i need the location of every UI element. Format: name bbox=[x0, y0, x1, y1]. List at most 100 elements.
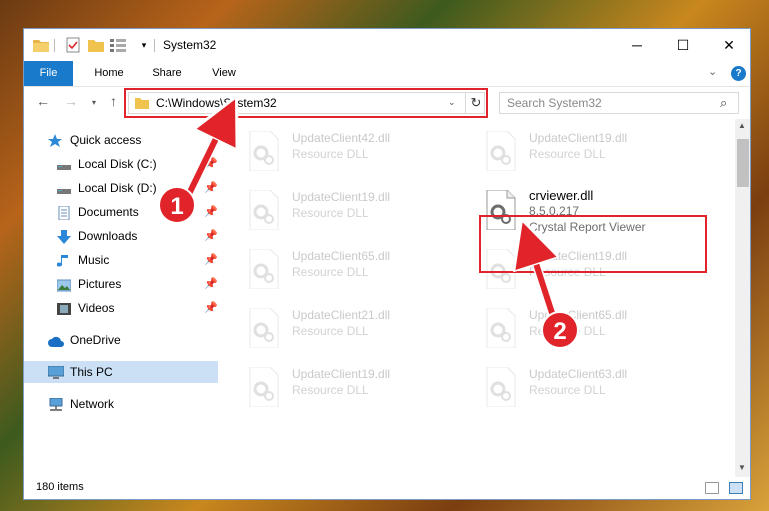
divider bbox=[154, 39, 155, 52]
file-tile[interactable]: UpdateClient19.dll Resource DLL bbox=[220, 363, 440, 411]
tab-view[interactable]: View bbox=[199, 61, 249, 86]
customize-toolbar-dropdown[interactable]: ▾ bbox=[136, 37, 152, 53]
file-name: UpdateClient65.dll bbox=[292, 249, 391, 263]
explorer-window: ▾ System32 ─ ☐ ✕ File Home Share View ⌄ … bbox=[23, 28, 751, 500]
back-button[interactable]: ← bbox=[36, 93, 50, 109]
item-count: 180 items bbox=[36, 481, 84, 493]
close-button[interactable]: ✕ bbox=[706, 29, 750, 61]
scroll-up-icon[interactable]: ▲ bbox=[738, 121, 746, 130]
dll-file-icon bbox=[248, 248, 280, 290]
vertical-scrollbar[interactable]: ▲ ▼ bbox=[735, 119, 750, 477]
download-icon bbox=[57, 229, 71, 244]
minimize-button[interactable]: ─ bbox=[614, 29, 660, 61]
file-tile[interactable]: UpdateClient19.dll Resource DLL bbox=[457, 127, 677, 175]
file-description: Resource DLL bbox=[292, 206, 369, 220]
pin-icon[interactable]: 📌 bbox=[204, 273, 218, 295]
dll-file-icon bbox=[248, 307, 280, 349]
sidebar-item-label: Downloads bbox=[78, 229, 138, 243]
dll-file-icon bbox=[485, 130, 517, 172]
file-tile[interactable]: UpdateClient65.dll Resource DLL bbox=[220, 245, 440, 293]
sidebar-item-videos[interactable]: Videos 📌 bbox=[24, 297, 218, 319]
sidebar-item-label: Music bbox=[78, 253, 110, 267]
videos-icon bbox=[57, 301, 71, 315]
drive-icon bbox=[57, 157, 71, 171]
file-tile[interactable]: UpdateClient21.dll Resource DLL bbox=[220, 304, 440, 352]
details-view-icon[interactable] bbox=[705, 482, 719, 494]
view-options-icon[interactable] bbox=[110, 37, 126, 53]
up-button[interactable]: ↑ bbox=[110, 93, 117, 109]
sidebar-item-label: Local Disk (C:) bbox=[78, 157, 157, 171]
pin-icon[interactable]: 📌 bbox=[204, 225, 218, 247]
sidebar-item-onedrive[interactable]: OneDrive bbox=[24, 329, 218, 351]
sidebar-item-label: Network bbox=[70, 397, 115, 411]
sidebar-item-label: Videos bbox=[78, 301, 115, 315]
annotation-badge-1: 1 bbox=[158, 186, 196, 224]
music-icon bbox=[56, 253, 71, 267]
scroll-down-icon[interactable]: ▼ bbox=[738, 463, 746, 472]
tab-home[interactable]: Home bbox=[84, 61, 134, 86]
annotation-badge-2: 2 bbox=[541, 311, 579, 349]
file-tile[interactable]: UpdateClient19.dll Resource DLL bbox=[220, 186, 440, 234]
sidebar-item-label: Documents bbox=[78, 205, 139, 219]
new-folder-icon[interactable] bbox=[88, 37, 104, 53]
file-tile[interactable]: UpdateClient42.dll Resource DLL bbox=[220, 127, 440, 175]
file-description: Resource DLL bbox=[292, 265, 369, 279]
file-name: UpdateClient19.dll bbox=[529, 131, 628, 145]
tiles-view-icon[interactable] bbox=[729, 482, 743, 494]
properties-icon[interactable] bbox=[65, 37, 81, 53]
computer-icon bbox=[47, 365, 65, 379]
file-description: Resource DLL bbox=[529, 383, 606, 397]
file-name: UpdateClient19.dll bbox=[292, 190, 391, 204]
sidebar-item-label: OneDrive bbox=[70, 333, 121, 347]
search-box[interactable]: Search System32 ⌕ bbox=[499, 92, 739, 114]
navigation-pane: Quick access Local Disk (C:) 📌 Local Dis… bbox=[24, 119, 218, 477]
address-highlight-box bbox=[124, 88, 488, 118]
scroll-thumb[interactable] bbox=[737, 139, 749, 187]
dll-file-icon bbox=[485, 307, 517, 349]
tab-share[interactable]: Share bbox=[142, 61, 192, 86]
pin-icon[interactable]: 📌 bbox=[204, 153, 218, 175]
dll-file-icon bbox=[248, 366, 280, 408]
pin-icon[interactable]: 📌 bbox=[204, 297, 218, 319]
drive-icon bbox=[57, 181, 71, 195]
network-icon bbox=[48, 397, 63, 411]
file-list: UpdateClient42.dll Resource DLL UpdateCl… bbox=[220, 119, 734, 477]
file-highlight-box bbox=[479, 215, 707, 273]
pin-icon[interactable]: 📌 bbox=[204, 177, 218, 199]
sidebar-item-local-disk-c[interactable]: Local Disk (C:) 📌 bbox=[24, 153, 218, 175]
navigation-bar: ← → ▾ ↑ C:\Windows\System32 ⌄ ↻ Search S… bbox=[24, 87, 750, 119]
sidebar-item-pictures[interactable]: Pictures 📌 bbox=[24, 273, 218, 295]
file-description: Resource DLL bbox=[292, 147, 369, 161]
forward-button[interactable]: → bbox=[64, 93, 78, 109]
folder-icon[interactable] bbox=[33, 37, 49, 53]
sidebar-item-music[interactable]: Music 📌 bbox=[24, 249, 218, 271]
help-icon[interactable]: ? bbox=[731, 66, 746, 81]
sidebar-item-quick-access[interactable]: Quick access bbox=[24, 129, 218, 151]
pin-icon[interactable]: 📌 bbox=[204, 249, 218, 271]
tab-file[interactable]: File bbox=[24, 61, 73, 86]
pin-icon[interactable]: 📌 bbox=[204, 201, 218, 223]
sidebar-item-label: Pictures bbox=[78, 277, 122, 291]
expand-ribbon-icon[interactable]: ⌄ bbox=[708, 65, 717, 78]
pictures-icon bbox=[56, 277, 72, 292]
maximize-button[interactable]: ☐ bbox=[660, 29, 706, 61]
file-description: Resource DLL bbox=[529, 147, 606, 161]
cloud-icon bbox=[48, 333, 64, 347]
file-tile[interactable]: UpdateClient63.dll Resource DLL bbox=[457, 363, 677, 411]
recent-locations-button[interactable]: ▾ bbox=[92, 98, 96, 107]
search-icon[interactable]: ⌕ bbox=[720, 95, 727, 111]
sidebar-item-label: This PC bbox=[70, 365, 113, 379]
sidebar-item-label: Quick access bbox=[70, 133, 142, 147]
documents-icon bbox=[57, 205, 71, 221]
sidebar-item-this-pc[interactable]: This PC bbox=[24, 361, 218, 383]
search-input[interactable]: Search System32 bbox=[507, 96, 602, 110]
file-name: UpdateClient63.dll bbox=[529, 367, 628, 381]
file-description: Resource DLL bbox=[292, 383, 369, 397]
star-icon bbox=[48, 133, 62, 147]
sidebar-item-downloads[interactable]: Downloads 📌 bbox=[24, 225, 218, 247]
ribbon: File Home Share View ⌄ ? bbox=[24, 61, 750, 87]
sidebar-item-network[interactable]: Network bbox=[24, 393, 218, 415]
status-bar: 180 items bbox=[24, 477, 750, 499]
file-name: UpdateClient21.dll bbox=[292, 308, 391, 322]
file-name: UpdateClient19.dll bbox=[292, 367, 391, 381]
